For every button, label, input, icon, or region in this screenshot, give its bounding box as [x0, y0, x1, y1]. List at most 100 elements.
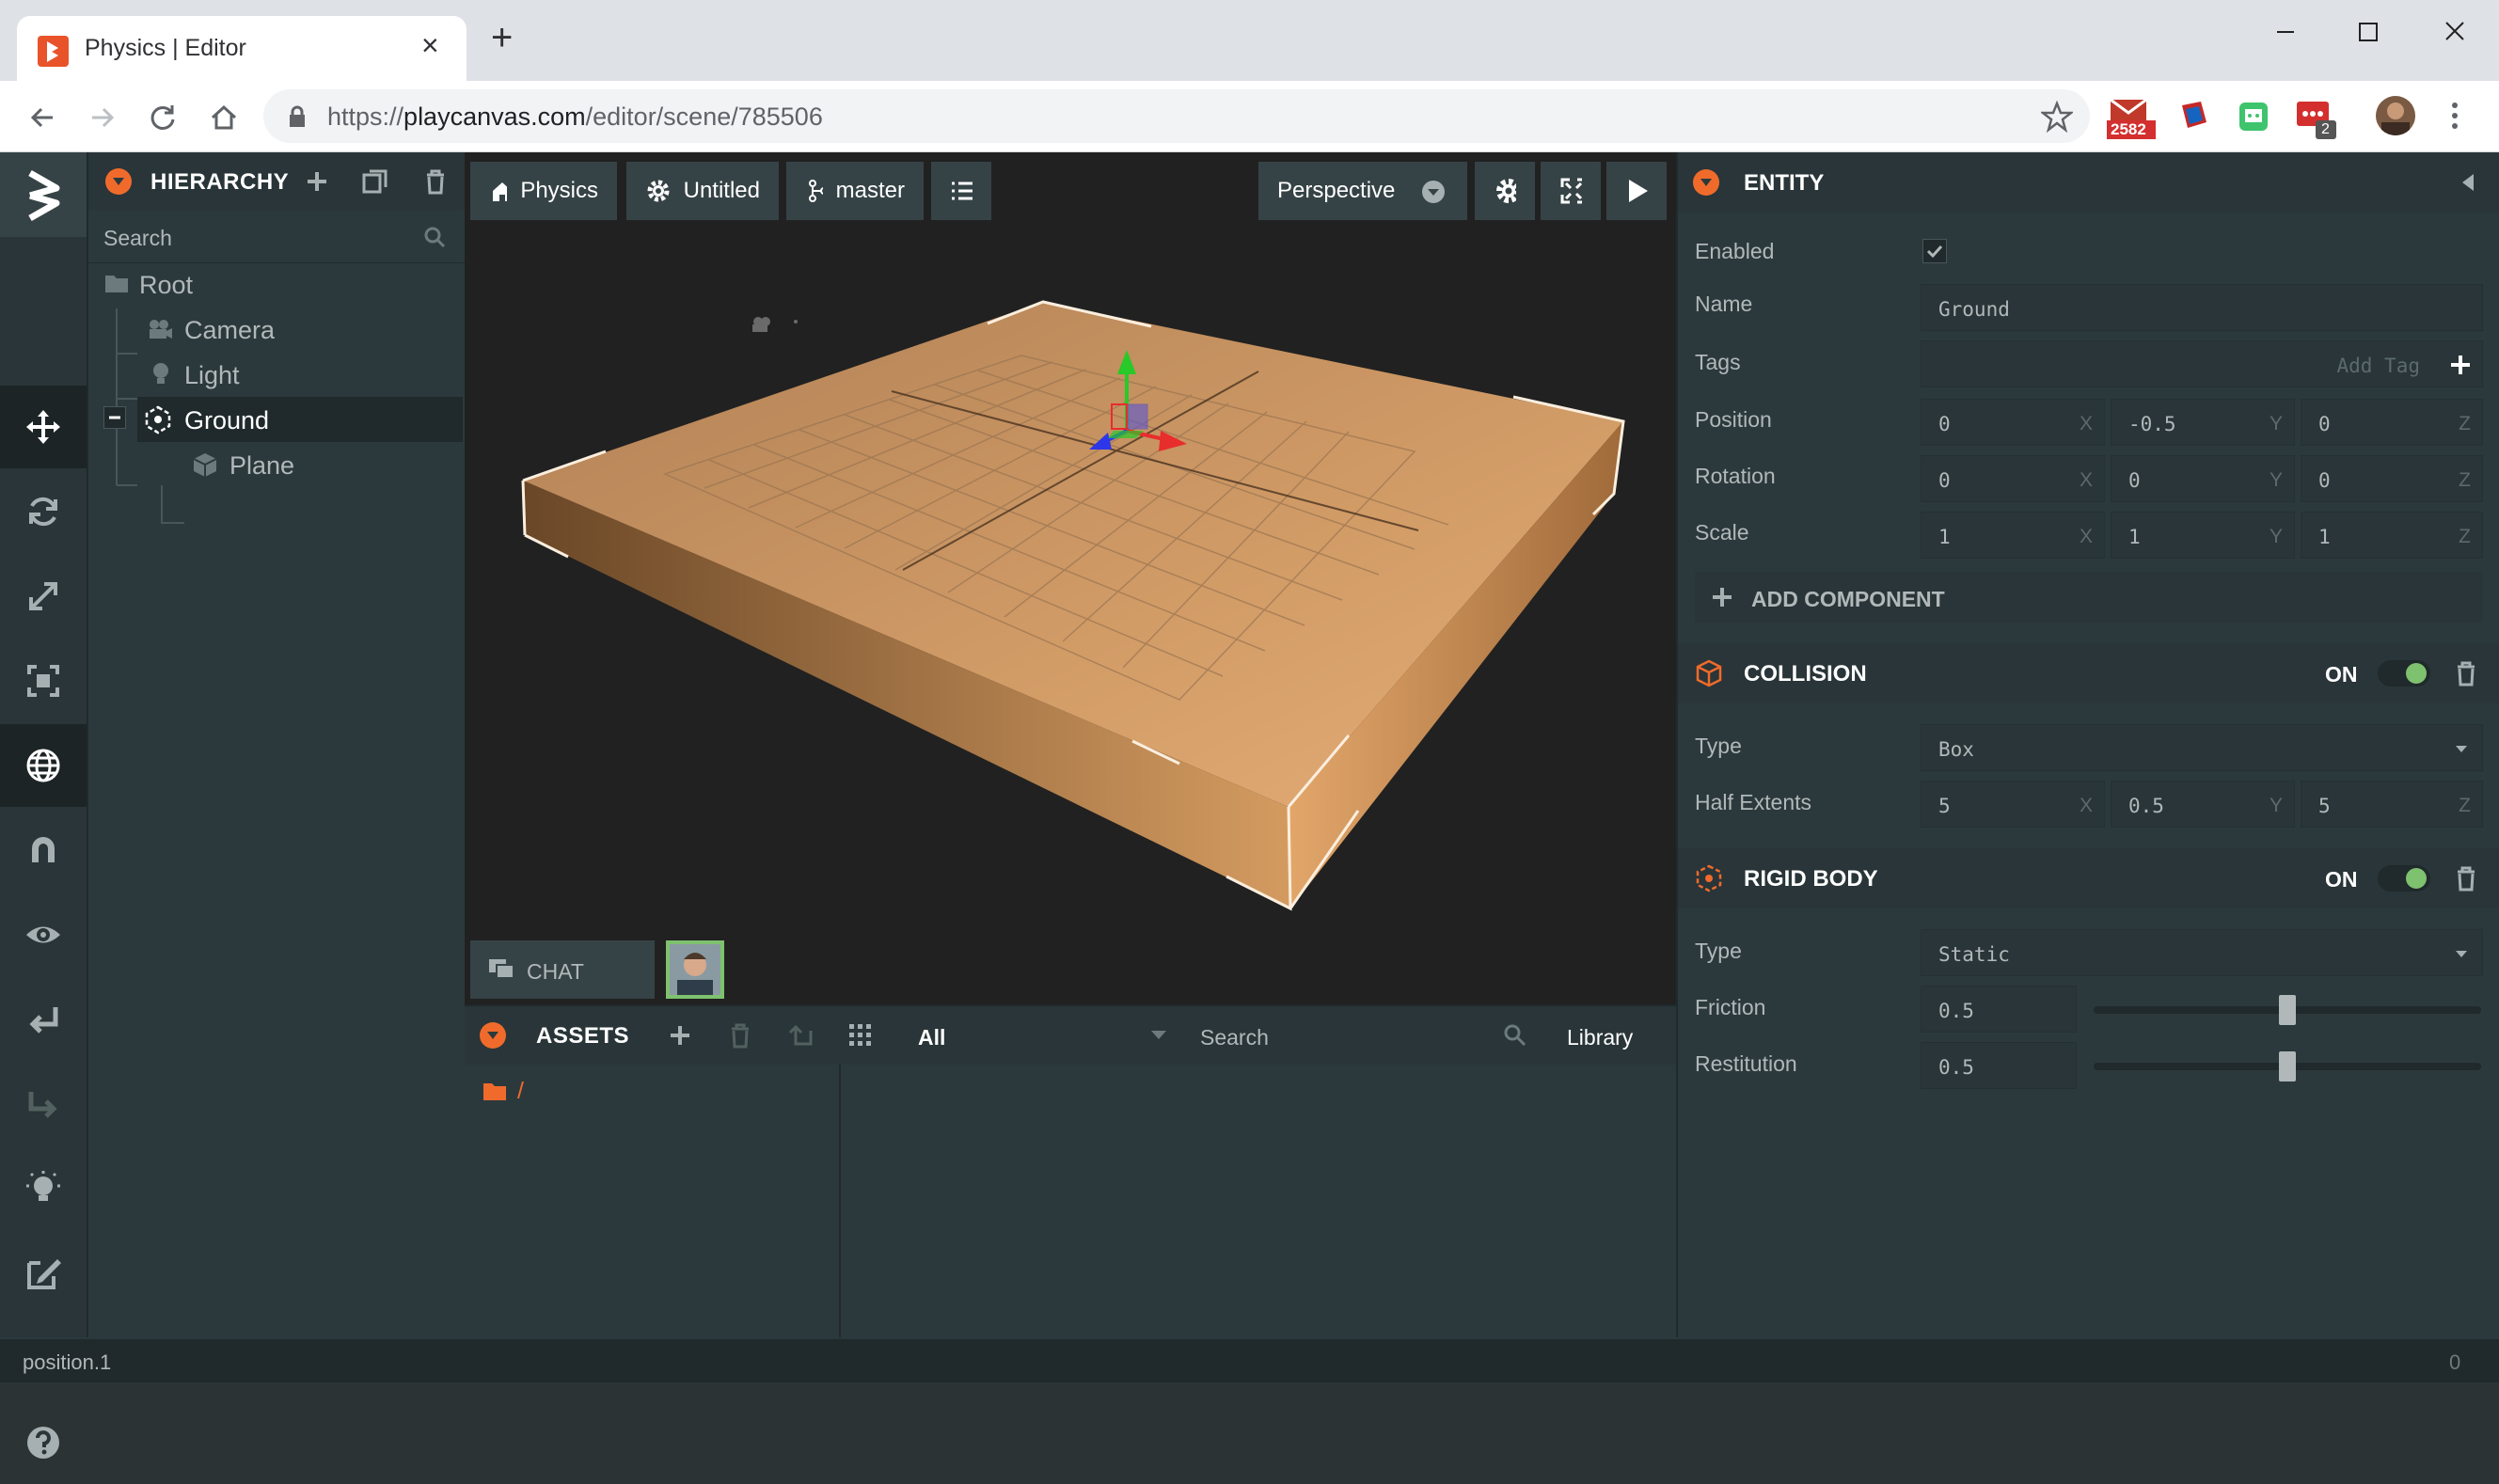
friction-slider[interactable]: [2094, 995, 2481, 1025]
friction-slider-handle[interactable]: [2279, 995, 2296, 1025]
folder-icon: [483, 1083, 506, 1100]
add-component-button[interactable]: ADD COMPONENT: [1695, 572, 2483, 623]
delete-component-icon[interactable]: [2451, 658, 2481, 688]
rotation-z-field[interactable]: 0Z: [2301, 455, 2483, 502]
redo-tool[interactable]: [0, 1063, 87, 1145]
add-entity-icon[interactable]: [301, 166, 333, 197]
scene-button[interactable]: Untitled: [626, 162, 779, 220]
resize-tool[interactable]: [0, 639, 87, 722]
restitution-field[interactable]: 0.5: [1921, 1042, 2077, 1089]
world-space-toggle[interactable]: [0, 724, 87, 807]
gmail-extension-icon[interactable]: 2582: [2107, 98, 2156, 139]
chat-extension-icon[interactable]: 2: [2295, 98, 2338, 139]
add-tag-icon[interactable]: [2448, 353, 2473, 377]
viewport[interactable]: Physics Untitled master Perspective CHAT: [465, 152, 1676, 1004]
collapse-icon[interactable]: [480, 1022, 506, 1049]
collision-toggle[interactable]: [2378, 660, 2430, 687]
add-asset-icon[interactable]: [664, 1019, 696, 1051]
delete-icon[interactable]: [419, 166, 451, 197]
branch-button[interactable]: master: [786, 162, 924, 220]
tree-item-ground[interactable]: Ground: [184, 399, 269, 442]
tab-close-icon[interactable]: ×: [421, 28, 439, 63]
restitution-slider-handle[interactable]: [2279, 1051, 2296, 1081]
hierarchy-search[interactable]: Search: [88, 211, 465, 263]
folder-up-icon[interactable]: [784, 1019, 816, 1051]
lightbulb-icon: [26, 1171, 60, 1201]
home-icon[interactable]: [205, 99, 243, 136]
playcanvas-logo-icon[interactable]: [0, 152, 87, 237]
omnibox[interactable]: https://playcanvas.com/editor/scene/7855…: [263, 89, 2090, 143]
minimize-icon[interactable]: [2262, 13, 2309, 51]
position-z-field[interactable]: 0Z: [2301, 399, 2483, 446]
reload-icon[interactable]: [144, 99, 182, 136]
asset-root-folder[interactable]: /: [517, 1078, 524, 1105]
half-extents-x-field[interactable]: 5X: [1921, 781, 2105, 828]
library-link[interactable]: Library: [1567, 1025, 1633, 1050]
chat-panel-toggle[interactable]: CHAT: [470, 940, 655, 999]
chat-label: CHAT: [527, 959, 584, 984]
friction-field[interactable]: 0.5: [1921, 986, 2077, 1033]
enabled-checkbox[interactable]: [1922, 239, 1947, 263]
snap-toggle[interactable]: [0, 809, 87, 892]
lightmapper-tool[interactable]: [0, 1147, 87, 1230]
delete-asset-icon[interactable]: [724, 1019, 756, 1051]
tags-field[interactable]: Add Tag: [1921, 340, 2483, 387]
rotation-y-field[interactable]: 0Y: [2111, 455, 2295, 502]
grid-view-icon[interactable]: [845, 1019, 877, 1051]
translate-tool[interactable]: [0, 386, 87, 468]
delete-component-icon[interactable]: [2451, 863, 2481, 893]
browser-menu-icon[interactable]: [2445, 98, 2464, 135]
bookmark-star-icon[interactable]: [2041, 101, 2073, 133]
scene-list-button[interactable]: [931, 162, 991, 220]
rotate-tool[interactable]: [0, 470, 87, 553]
maximize-icon[interactable]: [2344, 13, 2391, 51]
collapse-icon[interactable]: [105, 168, 132, 195]
plus-icon: [1713, 588, 1732, 607]
collapse-minus-icon[interactable]: [103, 406, 126, 429]
profile-avatar[interactable]: [2376, 96, 2415, 135]
rigidbody-type-select[interactable]: Static: [1921, 929, 2483, 976]
fullscreen-button[interactable]: [1541, 162, 1601, 220]
tree-item-root[interactable]: Root: [139, 263, 193, 307]
half-extents-y-field[interactable]: 0.5 Y: [2111, 781, 2295, 828]
window-close-icon[interactable]: [2431, 13, 2478, 51]
collision-type-select[interactable]: Box: [1921, 724, 2483, 771]
scale-z-field[interactable]: 1Z: [2301, 512, 2483, 559]
position-y-field[interactable]: -0.5 Y: [2111, 399, 2295, 446]
focus-tool[interactable]: [0, 893, 87, 976]
settings-button[interactable]: [1475, 162, 1535, 220]
camera-select[interactable]: Perspective: [1258, 162, 1467, 220]
robot-extension-icon[interactable]: [2235, 98, 2272, 135]
tree-item-light[interactable]: Light: [184, 354, 240, 397]
scale-y-field[interactable]: 1Y: [2111, 512, 2295, 559]
rotation-x-field[interactable]: 0X: [1921, 455, 2105, 502]
back-icon[interactable]: [24, 99, 62, 136]
asset-search-input[interactable]: Search: [1189, 1006, 1546, 1065]
scale-tool[interactable]: [0, 555, 87, 638]
collapse-panel-icon[interactable]: [2459, 171, 2477, 194]
user-avatar[interactable]: [666, 940, 724, 999]
tags-label: Tags: [1695, 350, 1741, 374]
collapse-icon[interactable]: [1693, 169, 1719, 196]
asset-type-filter[interactable]: All: [899, 1006, 1181, 1065]
axis-x-label: X: [2079, 469, 2093, 491]
browser-tab[interactable]: Physics | Editor ×: [17, 16, 467, 81]
undo-tool[interactable]: [0, 978, 87, 1061]
restitution-slider[interactable]: [2094, 1051, 2481, 1081]
name-field[interactable]: Ground: [1921, 284, 2483, 331]
forward-icon[interactable]: [83, 99, 120, 136]
tree-item-plane[interactable]: Plane: [229, 444, 294, 487]
rigidbody-toggle[interactable]: [2378, 865, 2430, 892]
position-x-field[interactable]: 0X: [1921, 399, 2105, 446]
code-editor-tool[interactable]: [0, 1232, 87, 1315]
project-button[interactable]: Physics: [470, 162, 617, 220]
scene-name: Untitled: [683, 178, 760, 203]
tree-item-camera[interactable]: Camera: [184, 308, 275, 352]
new-tab-icon[interactable]: +: [491, 19, 513, 56]
half-extents-z-field[interactable]: 5Z: [2301, 781, 2483, 828]
shield-extension-icon[interactable]: [2175, 98, 2212, 135]
scale-x-field[interactable]: 1X: [1921, 512, 2105, 559]
help-tool[interactable]: [0, 1401, 87, 1484]
duplicate-icon[interactable]: [359, 166, 391, 197]
launch-button[interactable]: [1606, 162, 1667, 220]
